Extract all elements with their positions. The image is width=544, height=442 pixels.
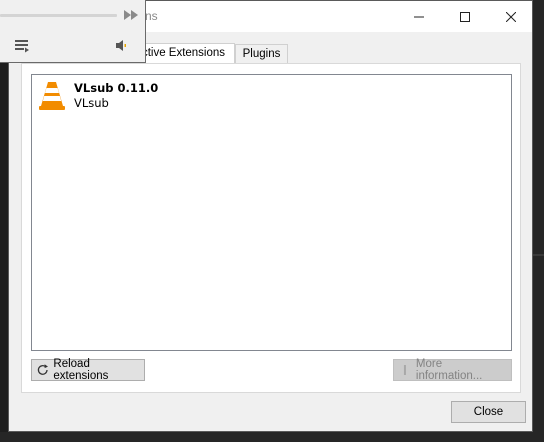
minimize-icon <box>414 16 424 17</box>
info-icon <box>403 365 406 375</box>
extension-subtitle: VLsub <box>74 96 109 110</box>
volume-icon[interactable] <box>115 39 127 52</box>
list-item[interactable]: VLsub 0.11.0 VLsub <box>32 75 511 115</box>
more-information-button[interactable]: More information... <box>393 358 512 382</box>
plugins-extensions-dialog: ns ctive Extensions Plugins VLsub 0.11.0… <box>8 0 533 432</box>
playlist-icon[interactable] <box>14 38 31 54</box>
reload-extensions-button[interactable]: Reload extensions <box>31 358 145 382</box>
vlc-mini-player <box>0 0 146 63</box>
tab-active-extensions[interactable]: ctive Extensions <box>132 43 235 63</box>
vlc-cone-icon <box>39 82 65 110</box>
tab-plugins-label: Plugins <box>242 48 281 60</box>
more-information-label: More information... <box>415 358 483 382</box>
tab-plugins[interactable]: Plugins <box>235 44 288 63</box>
fast-forward-icon[interactable] <box>123 9 139 21</box>
window-title: ns <box>145 9 158 23</box>
seek-bar[interactable] <box>0 14 117 17</box>
maximize-icon <box>460 11 470 22</box>
close-window-button[interactable] <box>488 1 534 32</box>
refresh-icon <box>37 364 48 375</box>
close-icon <box>506 11 516 22</box>
close-button[interactable]: Close <box>451 401 526 423</box>
maximize-button[interactable] <box>442 1 488 32</box>
extensions-list[interactable]: VLsub 0.11.0 VLsub <box>31 74 512 351</box>
extension-name: VLsub 0.11.0 <box>74 81 159 95</box>
close-button-label: Close <box>473 406 504 418</box>
desktop-background-right <box>533 0 544 442</box>
reload-extensions-label: Reload extensions <box>53 358 109 382</box>
desktop-background-bottom <box>0 432 544 442</box>
tab-active-extensions-label: ctive Extensions <box>141 47 226 59</box>
desktop-background-left <box>0 60 8 442</box>
minimize-button[interactable] <box>396 1 442 32</box>
desktop-seam <box>533 254 544 256</box>
